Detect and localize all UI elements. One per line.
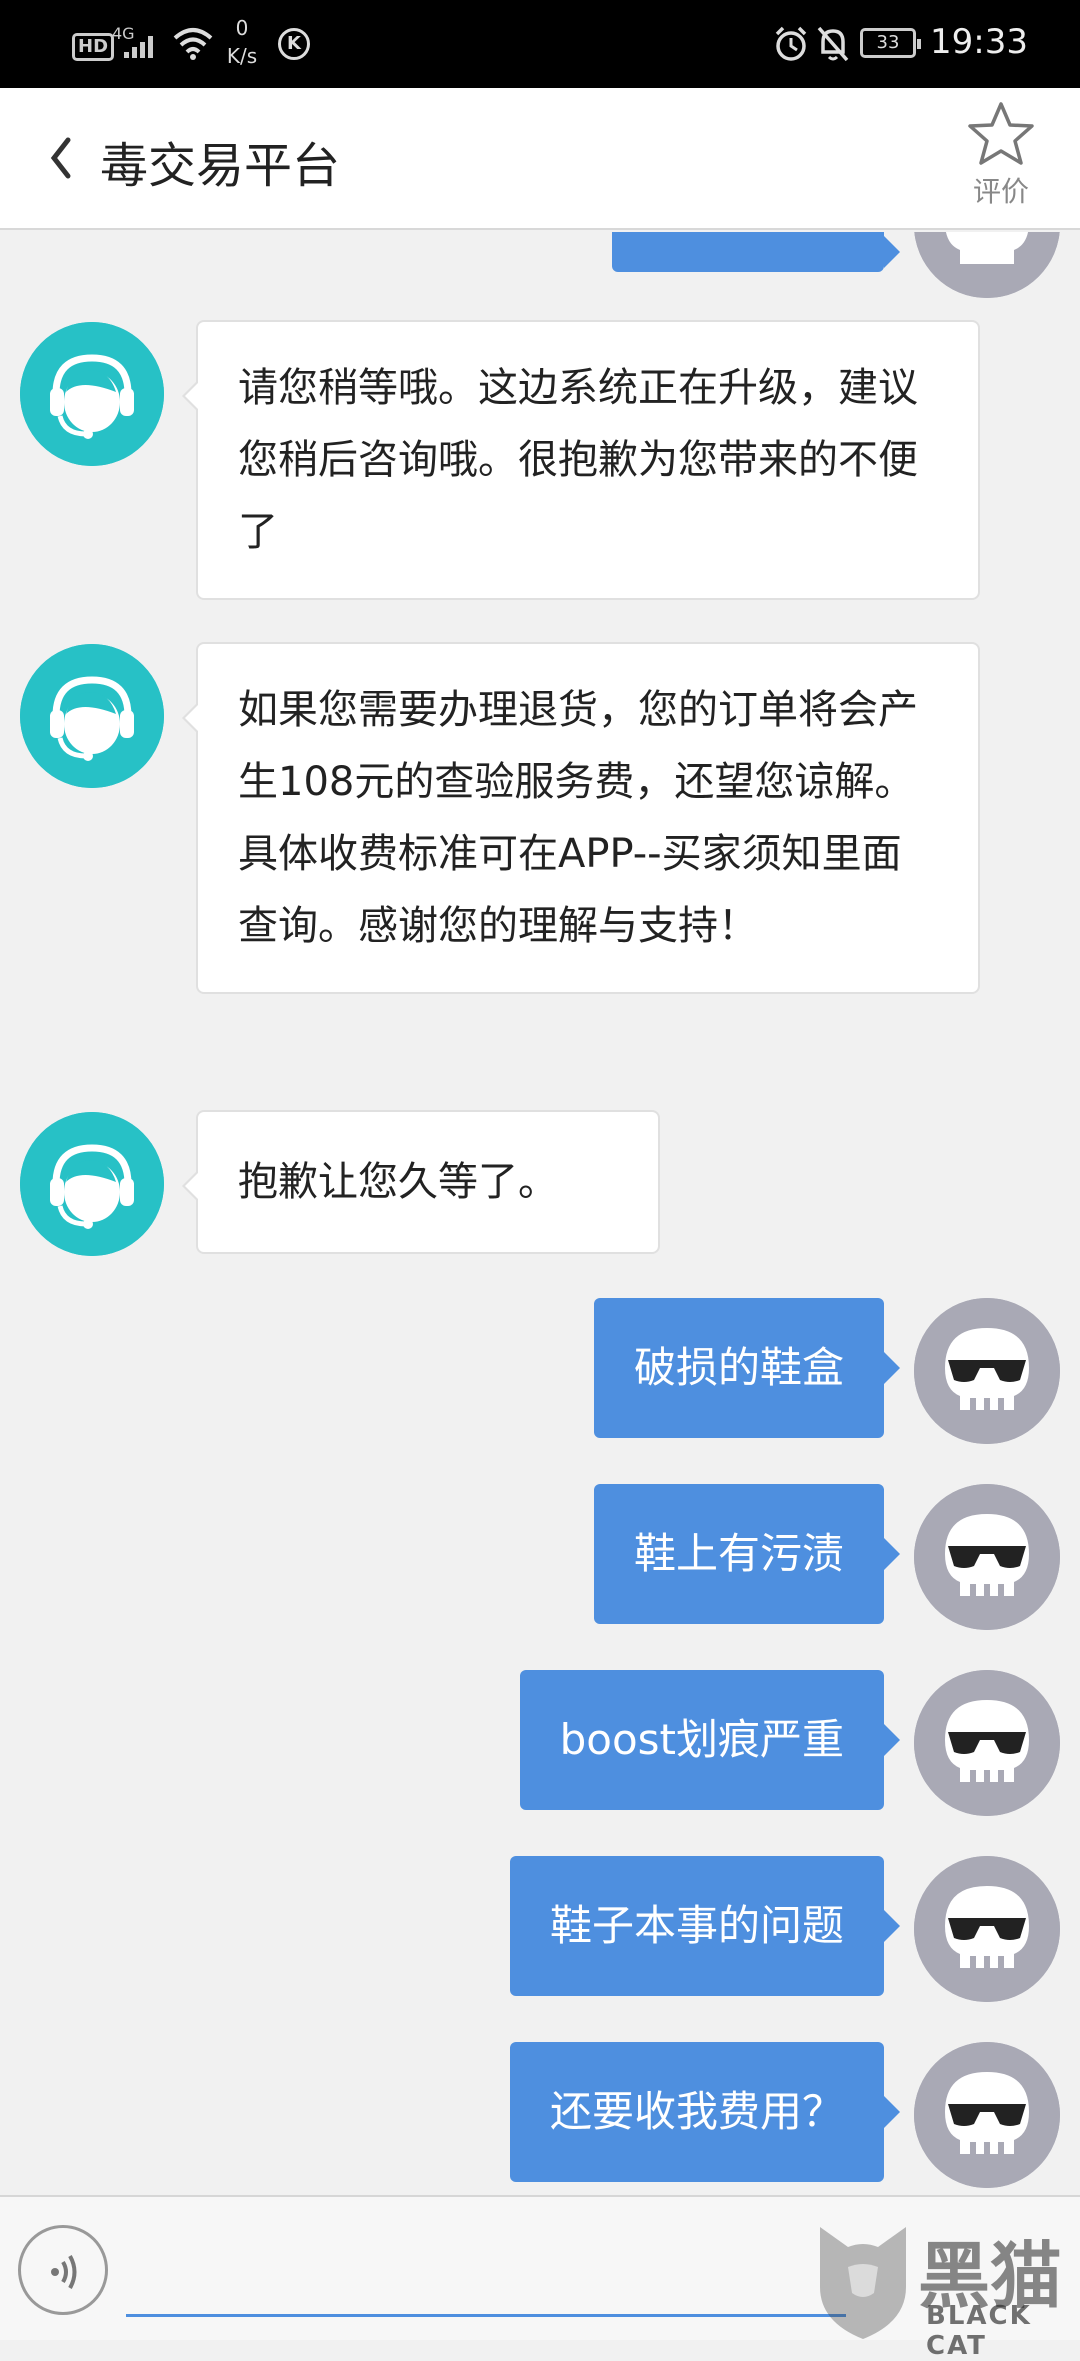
star-icon xyxy=(968,102,1034,165)
network-speed: 0 K/s xyxy=(222,14,262,70)
watermark-en: BLACK CAT xyxy=(926,2301,1032,2361)
status-time: 19:33 xyxy=(930,22,1028,62)
customer-service-headset-icon xyxy=(20,644,164,788)
user-avatar xyxy=(914,1484,1060,1630)
black-cat-watermark: 黑猫 BLACK CAT xyxy=(808,2217,1080,2361)
user-message: 鞋上有污渍 xyxy=(593,1484,901,1624)
user-message: boost划痕严重 xyxy=(519,1670,901,1810)
message-text: boost划痕严重 xyxy=(559,1715,844,1764)
agent-message: 抱歉让您久等了。 xyxy=(182,1110,660,1254)
agent-avatar xyxy=(20,644,164,788)
chat-messages[interactable]: 请您稍等哦。这边系统正在升级，建议您稍后咨询哦。很抱歉为您带来的不便了 如果您需… xyxy=(0,232,1080,2192)
message-text: 还要收我费用？ xyxy=(549,2087,844,2136)
user-message: 还要收我费用？ xyxy=(509,2042,901,2182)
message-input[interactable] xyxy=(126,2227,846,2317)
k-app-icon: K xyxy=(278,28,310,60)
previous-user-message-partial xyxy=(612,232,900,272)
user-message: 破损的鞋盒 xyxy=(593,1298,901,1438)
agent-avatar xyxy=(20,1112,164,1256)
user-avatar xyxy=(914,1670,1060,1816)
status-bar: HD 4G 0 K/s K 33 19:33 xyxy=(0,0,1080,88)
message-text: 鞋上有污渍 xyxy=(633,1529,844,1578)
skull-sunglasses-icon xyxy=(914,1856,1060,2002)
alarm-icon xyxy=(775,26,807,61)
speed-unit: K/s xyxy=(226,44,258,68)
agent-message: 请您稍等哦。这边系统正在升级，建议您稍后咨询哦。很抱歉为您带来的不便了 xyxy=(182,320,980,600)
message-text: 如果您需要办理退货，您的订单将会产生108元的查验服务费，还望您谅解。具体收费标… xyxy=(238,687,918,949)
user-avatar xyxy=(914,1856,1060,2002)
signal-icon xyxy=(124,36,153,58)
message-text: 请您稍等哦。这边系统正在升级，建议您稍后咨询哦。很抱歉为您带来的不便了 xyxy=(238,365,918,555)
agent-message: 如果您需要办理退货，您的订单将会产生108元的查验服务费，还望您谅解。具体收费标… xyxy=(182,642,980,994)
customer-service-headset-icon xyxy=(20,1112,164,1256)
message-text: 抱歉让您久等了。 xyxy=(238,1159,558,1205)
message-text: 鞋子本事的问题 xyxy=(549,1901,844,1950)
wifi-icon xyxy=(173,28,213,60)
chat-header: 毒交易平台 评价 xyxy=(0,88,1080,230)
back-arrow-icon[interactable] xyxy=(40,128,80,188)
skull-sunglasses-icon xyxy=(914,2042,1060,2188)
page-title: 毒交易平台 xyxy=(100,138,341,194)
user-avatar xyxy=(914,1298,1060,1444)
message-input-bar: 黑猫 BLACK CAT xyxy=(0,2195,1080,2361)
skull-sunglasses-icon xyxy=(914,1484,1060,1630)
rate-button[interactable]: 评价 xyxy=(960,100,1042,210)
agent-avatar xyxy=(20,322,164,466)
voice-wave-icon xyxy=(51,2255,77,2289)
mute-bell-icon xyxy=(817,26,849,62)
rate-label: 评价 xyxy=(972,175,1029,208)
hd-icon: HD xyxy=(72,33,115,61)
skull-sunglasses-icon xyxy=(914,1670,1060,1816)
speed-value: 0 xyxy=(235,16,249,40)
voice-input-button[interactable] xyxy=(18,2225,108,2315)
message-text: 破损的鞋盒 xyxy=(633,1343,844,1392)
user-avatar xyxy=(914,232,1060,298)
customer-service-headset-icon xyxy=(20,322,164,466)
skull-sunglasses-icon xyxy=(914,1298,1060,1444)
skull-sunglasses-icon xyxy=(914,232,1060,298)
user-message: 鞋子本事的问题 xyxy=(509,1856,901,1996)
user-avatar xyxy=(914,2042,1060,2188)
cat-shield-logo-icon xyxy=(820,2227,906,2339)
battery-icon: 33 xyxy=(860,28,921,58)
